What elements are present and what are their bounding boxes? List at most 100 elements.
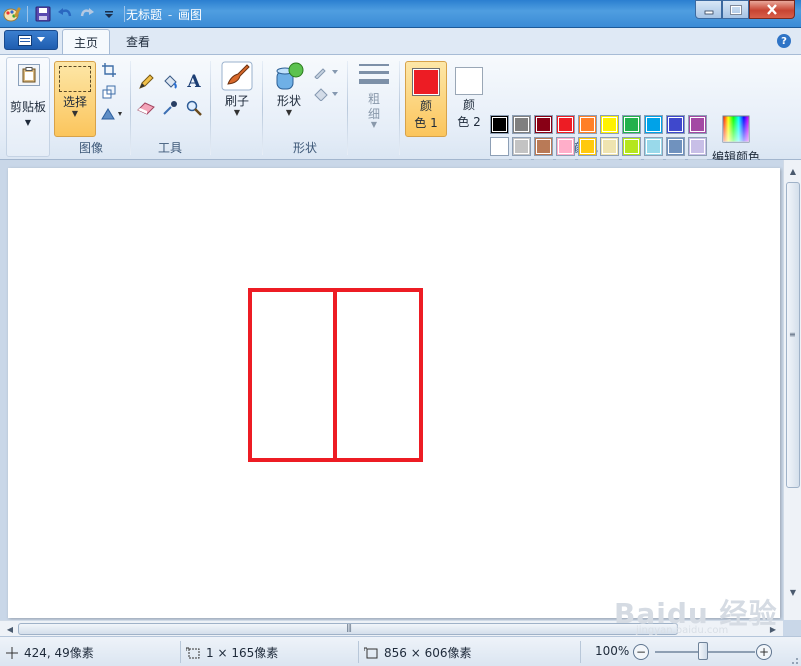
- undo-icon[interactable]: [55, 5, 75, 23]
- tools-group: A 工具: [131, 55, 209, 159]
- image-size-icon: [364, 647, 378, 658]
- palette-color-swatch[interactable]: [556, 137, 575, 156]
- scroll-up-icon[interactable]: ▲: [785, 163, 801, 179]
- drawing-layer: [248, 288, 423, 462]
- palette-color-swatch[interactable]: [666, 115, 685, 134]
- fill-bucket-icon[interactable]: [159, 71, 181, 93]
- palette-color-swatch[interactable]: [622, 115, 641, 134]
- palette-color-swatch[interactable]: [512, 137, 531, 156]
- image-size: 856 × 606像素: [364, 644, 472, 661]
- outline-icon[interactable]: [312, 61, 340, 83]
- group-divider: [262, 61, 263, 155]
- size-button[interactable]: 粗 细 ▼: [353, 61, 395, 137]
- app-name: 画图: [178, 8, 203, 22]
- zoom-slider-thumb[interactable]: [698, 642, 708, 660]
- title-separator: -: [167, 8, 173, 22]
- image-group: 选择 ▼ 图像: [52, 55, 130, 159]
- color2-button[interactable]: 颜色 2: [448, 61, 490, 137]
- crop-icon[interactable]: [98, 59, 120, 81]
- palette-color-swatch[interactable]: [622, 137, 641, 156]
- color-picker-icon[interactable]: [159, 97, 181, 119]
- vertical-scrollbar[interactable]: ▲ ≡ ▼: [783, 160, 801, 620]
- edit-colors-button[interactable]: 编辑颜色: [711, 115, 761, 165]
- rotate-icon[interactable]: [98, 103, 126, 125]
- color1-label-line1: 颜: [419, 99, 432, 113]
- app-paint-icon[interactable]: [2, 5, 22, 23]
- swatch-inner-border: [558, 117, 573, 132]
- tab-home[interactable]: 主页: [62, 29, 110, 54]
- cursor-position: 424, 49像素: [6, 644, 94, 661]
- shapes-button[interactable]: 形状 ▼: [268, 61, 310, 137]
- status-divider: [580, 641, 581, 663]
- status-divider: [180, 641, 181, 663]
- paint-menu-button[interactable]: [4, 30, 58, 50]
- brushes-button[interactable]: 刷子 ▼: [216, 61, 258, 137]
- title-bar: 无标题 - 画图: [0, 0, 801, 28]
- palette-color-swatch[interactable]: [578, 137, 597, 156]
- palette-color-swatch[interactable]: [666, 137, 685, 156]
- customize-qat-icon[interactable]: [99, 5, 119, 23]
- color1-button[interactable]: 颜色 1: [405, 61, 447, 137]
- palette-color-swatch[interactable]: [534, 115, 553, 134]
- color2-label-line1: 颜: [462, 98, 475, 112]
- maximize-button[interactable]: [722, 0, 749, 19]
- shapes-group: 形状 ▼ 形状: [264, 55, 346, 159]
- swatch-inner-border: [580, 117, 595, 132]
- palette-color-swatch[interactable]: [556, 115, 575, 134]
- selection-size-value: 1 × 165像素: [206, 646, 279, 660]
- clipboard-label: 剪贴板: [9, 100, 46, 114]
- palette-color-swatch[interactable]: [600, 115, 619, 134]
- eraser-icon[interactable]: [135, 97, 157, 119]
- brushes-label: 刷子: [224, 94, 249, 108]
- swatch-inner-border: [514, 139, 529, 154]
- palette-color-swatch[interactable]: [600, 137, 619, 156]
- palette-color-swatch[interactable]: [490, 137, 509, 156]
- swatch-inner-border: [624, 117, 639, 132]
- color2-swatch: [455, 67, 483, 95]
- chevron-down-icon: ▼: [285, 108, 293, 117]
- close-button[interactable]: [749, 0, 795, 19]
- magnifier-icon[interactable]: [183, 97, 205, 119]
- redo-icon[interactable]: [77, 5, 97, 23]
- swatch-inner-border: [514, 117, 529, 132]
- palette-color-swatch[interactable]: [534, 137, 553, 156]
- select-button[interactable]: 选择 ▼: [54, 61, 96, 137]
- color1-label-line2: 色 1: [414, 116, 438, 130]
- fill-icon[interactable]: [312, 83, 340, 105]
- help-icon[interactable]: ?: [777, 34, 791, 48]
- scroll-down-icon[interactable]: ▼: [785, 584, 801, 600]
- minimize-button[interactable]: [695, 0, 722, 19]
- tab-view[interactable]: 查看: [114, 29, 162, 54]
- palette-color-swatch[interactable]: [688, 115, 707, 134]
- swatch-inner-border: [536, 139, 551, 154]
- resize-grip-icon[interactable]: [789, 654, 799, 664]
- document-name: 无标题: [126, 8, 163, 22]
- palette-color-swatch[interactable]: [490, 115, 509, 134]
- qat-divider: [124, 6, 125, 22]
- pencil-icon[interactable]: [135, 71, 157, 93]
- clipboard-icon: [18, 64, 40, 86]
- swatch-inner-border: [492, 117, 507, 132]
- text-tool-icon[interactable]: A: [183, 71, 205, 93]
- palette-color-swatch[interactable]: [512, 115, 531, 134]
- palette-color-swatch[interactable]: [578, 115, 597, 134]
- palette-color-swatch[interactable]: [644, 115, 663, 134]
- palette-color-swatch[interactable]: [688, 137, 707, 156]
- palette-color-swatch[interactable]: [644, 137, 663, 156]
- brush-icon: [221, 61, 253, 91]
- zoom-in-button[interactable]: +: [756, 644, 772, 660]
- resize-icon[interactable]: [98, 81, 120, 103]
- ribbon: 剪贴板 ▼ 选择 ▼ 图像 A 工具 刷子 ▼ 形状 ▼ 形状 粗 细 ▼ 颜 …: [0, 54, 801, 178]
- size-label-1: 粗: [367, 92, 380, 106]
- grip-icon: ≡: [789, 330, 796, 339]
- scroll-left-icon[interactable]: ◀: [2, 621, 18, 637]
- color2-label-line2: 色 2: [457, 115, 481, 129]
- document-icon: [17, 34, 32, 46]
- cursor-position-value: 424, 49像素: [24, 646, 94, 660]
- zoom-out-button[interactable]: −: [633, 644, 649, 660]
- clipboard-button[interactable]: 剪贴板 ▼: [6, 57, 50, 157]
- image-group-label: 图像: [78, 141, 103, 155]
- drawing-canvas[interactable]: [8, 168, 780, 618]
- save-icon[interactable]: [33, 5, 53, 23]
- swatch-inner-border: [602, 117, 617, 132]
